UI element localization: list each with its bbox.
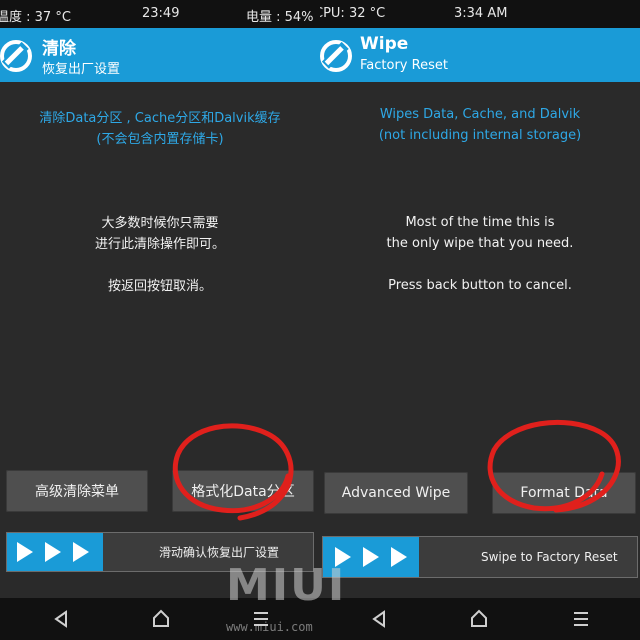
format-data-button[interactable]: Format Data [492,472,636,514]
temperature-readout: 温度 : 37 °C [0,10,71,25]
page-title: Wipe [360,34,409,54]
info-line: (不会包含内置存储卡) [96,132,224,147]
header-bar: Wipe Factory Reset [320,28,640,82]
cpu-temperature-readout: CPU: 32 °C [320,6,386,21]
format-data-button[interactable]: 格式化Data分区 [172,470,314,512]
body-line: 进行此清除操作即可。 [94,237,225,252]
body-line [320,254,640,275]
body-line: Most of the time this is [405,215,555,230]
body-line: 大多数时候你只需要 [101,216,219,231]
button-label: 格式化Data分区 [191,484,295,500]
triple-arrow-icon [17,542,89,562]
back-icon[interactable] [368,598,390,640]
miui-watermark: MIUI [226,560,347,611]
twrp-logo-icon [320,40,352,72]
swipe-label: Swipe to Factory Reset [481,550,618,564]
clock: 3:34 AM [454,6,508,21]
status-bar: 温度 : 37 °C 23:49 电量 : 54% [0,0,320,28]
battery-readout: 电量 : 54% [246,10,314,25]
advanced-wipe-button[interactable]: 高级清除菜单 [6,470,148,512]
advanced-wipe-button[interactable]: Advanced Wipe [324,472,468,514]
home-icon[interactable] [468,598,490,640]
swipe-label: 滑动确认恢复出厂设置 [159,545,280,560]
back-icon[interactable] [50,598,72,640]
instructions: Most of the time this is the only wipe t… [320,212,640,296]
twrp-logo-icon [0,40,32,72]
info-line: Wipes Data, Cache, and Dalvik [379,107,581,122]
page-subtitle: Factory Reset [360,58,448,73]
info-line: 清除Data分区 , Cache分区和Dalvik缓存 [39,111,281,126]
info-line: (not including internal storage) [378,128,582,143]
right-panel: CPU: 32 °C 3:34 AM Wipe Factory Reset Wi… [320,0,640,640]
navigation-bar [320,598,640,640]
page-subtitle: 恢复出厂设置 [42,62,121,77]
button-label: Format Data [520,485,608,501]
miui-watermark-url: www.miui.com [226,620,313,634]
body-line: Press back button to cancel. [388,278,572,293]
button-label: 高级清除菜单 [35,484,119,500]
wipe-description: Wipes Data, Cache, and Dalvik (not inclu… [320,104,640,146]
menu-icon[interactable] [570,598,592,640]
body-line [0,255,320,276]
button-label: Advanced Wipe [341,485,451,501]
left-panel: 温度 : 37 °C 23:49 电量 : 54% 清除 恢复出厂设置 清除Da… [0,0,320,640]
instructions: 大多数时候你只需要 进行此清除操作即可。 按返回按钮取消。 [0,213,320,297]
clock: 23:49 [142,6,180,21]
wipe-description: 清除Data分区 , Cache分区和Dalvik缓存 (不会包含内置存储卡) [0,108,320,150]
status-bar: CPU: 32 °C 3:34 AM [320,0,640,28]
swipe-slider[interactable]: Swipe to Factory Reset [322,536,638,578]
home-icon[interactable] [150,598,172,640]
body-line: 按返回按钮取消。 [107,279,212,294]
page-title: 清除 [42,39,76,59]
swipe-handle[interactable] [7,533,103,571]
header-bar: 清除 恢复出厂设置 [0,28,320,82]
body-line: the only wipe that you need. [386,236,574,251]
